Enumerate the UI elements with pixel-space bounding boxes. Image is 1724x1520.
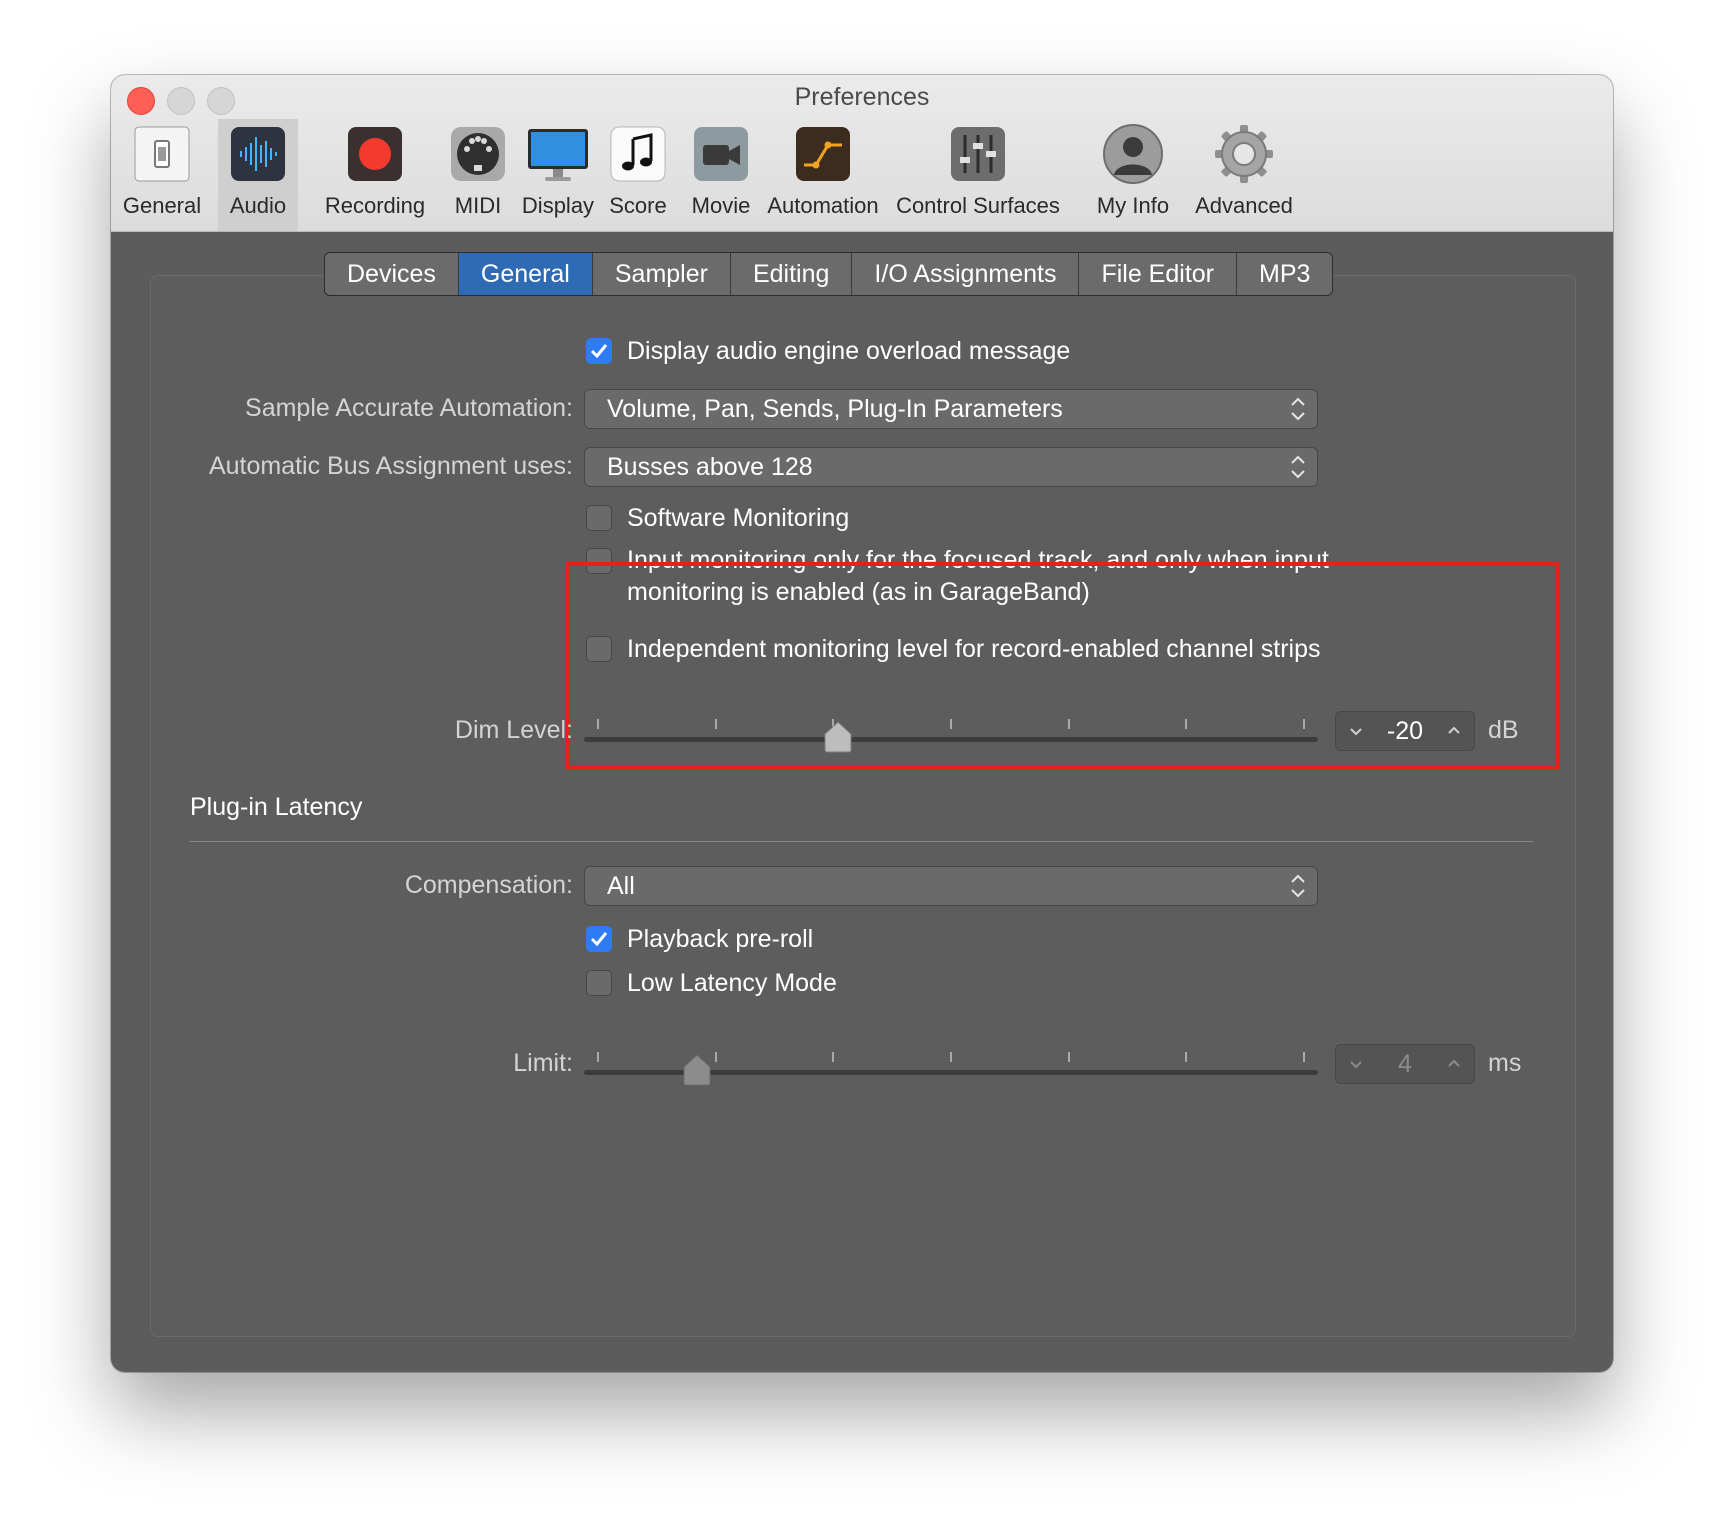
user-silhouette-icon [1103,124,1163,184]
tab-io-assignments[interactable]: I/O Assignments [852,253,1080,295]
toolbar-item-general[interactable]: General [113,119,211,231]
tab-file-editor[interactable]: File Editor [1079,253,1237,295]
bus-assignment-label: Automatic Bus Assignment uses: [208,452,573,480]
slider-track [584,737,1318,742]
audio-waveform-icon [231,127,285,181]
toolbar-label: My Info [1096,193,1170,218]
sample-accurate-automation-popup[interactable]: Volume, Pan, Sends, Plug-In Parameters [584,389,1318,429]
section-divider [190,841,1533,842]
toolbar-item-score[interactable]: Score [599,119,677,231]
playback-preroll-label: Playback pre-roll [627,925,814,953]
slider-thumb[interactable] [824,721,852,753]
popup-value: All [607,872,635,900]
tab-sampler[interactable]: Sampler [593,253,731,295]
slider-thumb[interactable] [683,1054,711,1086]
tab-devices[interactable]: Devices [325,253,459,295]
window-title: Preferences [794,83,930,111]
plugin-latency-heading: Plug-in Latency [190,793,363,821]
slider-tick [950,719,952,729]
dim-level-label: Dim Level: [454,716,573,744]
bus-assignment-popup[interactable]: Busses above 128 [584,447,1318,487]
toolbar-item-advanced[interactable]: Advanced [1185,119,1303,231]
dim-level-slider[interactable] [584,715,1318,755]
slider-tick [950,1052,952,1062]
toolbar-label: Automation [767,193,879,218]
software-monitoring-checkbox[interactable] [586,505,612,531]
toolbar-label: Advanced [1195,193,1293,218]
dim-level-unit: dB [1488,716,1519,744]
toolbar-item-audio[interactable]: Audio [218,119,298,231]
toolbar-item-display[interactable]: Display [507,119,609,231]
popup-value: Volume, Pan, Sends, Plug-In Parameters [607,395,1063,423]
toolbar-item-movie[interactable]: Movie [678,119,764,231]
toolbar-label: Movie [691,193,751,218]
audio-tabs: Devices General Sampler Editing I/O Assi… [324,252,1334,296]
playback-preroll-checkbox[interactable] [586,926,612,952]
settings-panel [150,275,1576,1337]
tab-mp3[interactable]: MP3 [1237,253,1332,295]
low-latency-mode-checkbox[interactable] [586,970,612,996]
tab-general[interactable]: General [458,253,593,295]
display-monitor-icon [528,129,588,181]
toolbar-label: Score [609,193,667,218]
toolbar-item-my-info[interactable]: My Info [1089,119,1177,231]
toolbar-label: General [122,193,202,218]
slider-tick [1185,1052,1188,1062]
compensation-popup[interactable]: All [584,866,1318,906]
limit-slider[interactable] [584,1048,1318,1088]
toolbar-item-automation[interactable]: Automation [761,119,885,231]
chevron-up-icon[interactable] [1446,720,1462,742]
software-monitoring-label: Software Monitoring [627,504,850,532]
compensation-label: Compensation: [404,871,573,899]
limit-stepper[interactable]: 4 [1335,1044,1475,1084]
toolbar-label: Audio [229,193,287,218]
toolbar-label: Control Surfaces [896,193,1060,218]
general-switch-icon [134,126,190,182]
slider-tick [832,1052,835,1062]
dim-level-stepper[interactable]: -20 [1335,711,1475,751]
slider-tick [714,719,717,729]
toolbar-label: Display [521,193,595,218]
slider-tick [597,1052,599,1062]
chevron-up-icon[interactable] [1446,1053,1462,1075]
overload-message-label: Display audio engine overload message [627,337,1071,365]
toolbar-item-control-surfaces[interactable]: Control Surfaces [891,119,1065,231]
popup-value: Busses above 128 [607,453,813,481]
slider-tick [1067,1052,1070,1062]
up-down-arrows-icon [1291,874,1305,898]
preferences-window: Preferences General Audio Recording MIDI… [111,75,1613,1372]
up-down-arrows-icon [1291,455,1305,479]
music-note-icon [610,126,666,182]
gear-icon [1215,125,1273,183]
midi-connector-icon [451,127,505,181]
sample-accurate-automation-label: Sample Accurate Automation: [245,394,573,422]
slider-tick [597,719,599,729]
slider-tick [1303,719,1305,729]
automation-curve-icon [796,127,850,181]
checkmark-icon [590,932,608,947]
up-down-arrows-icon [1291,397,1305,421]
movie-camera-icon [694,127,748,181]
checkmark-icon [590,344,608,359]
slider-tick [1067,719,1070,729]
tab-editing[interactable]: Editing [731,253,853,295]
record-icon [348,127,402,181]
slider-tick [1185,719,1188,729]
limit-label: Limit: [513,1049,573,1077]
toolbar: Preferences General Audio Recording MIDI… [111,75,1613,232]
slider-tick [714,1052,717,1062]
low-latency-mode-label: Low Latency Mode [627,969,837,997]
overload-message-checkbox[interactable] [586,338,612,364]
slider-tick [1303,1052,1305,1062]
limit-unit: ms [1488,1049,1522,1077]
faders-icon [951,127,1005,181]
